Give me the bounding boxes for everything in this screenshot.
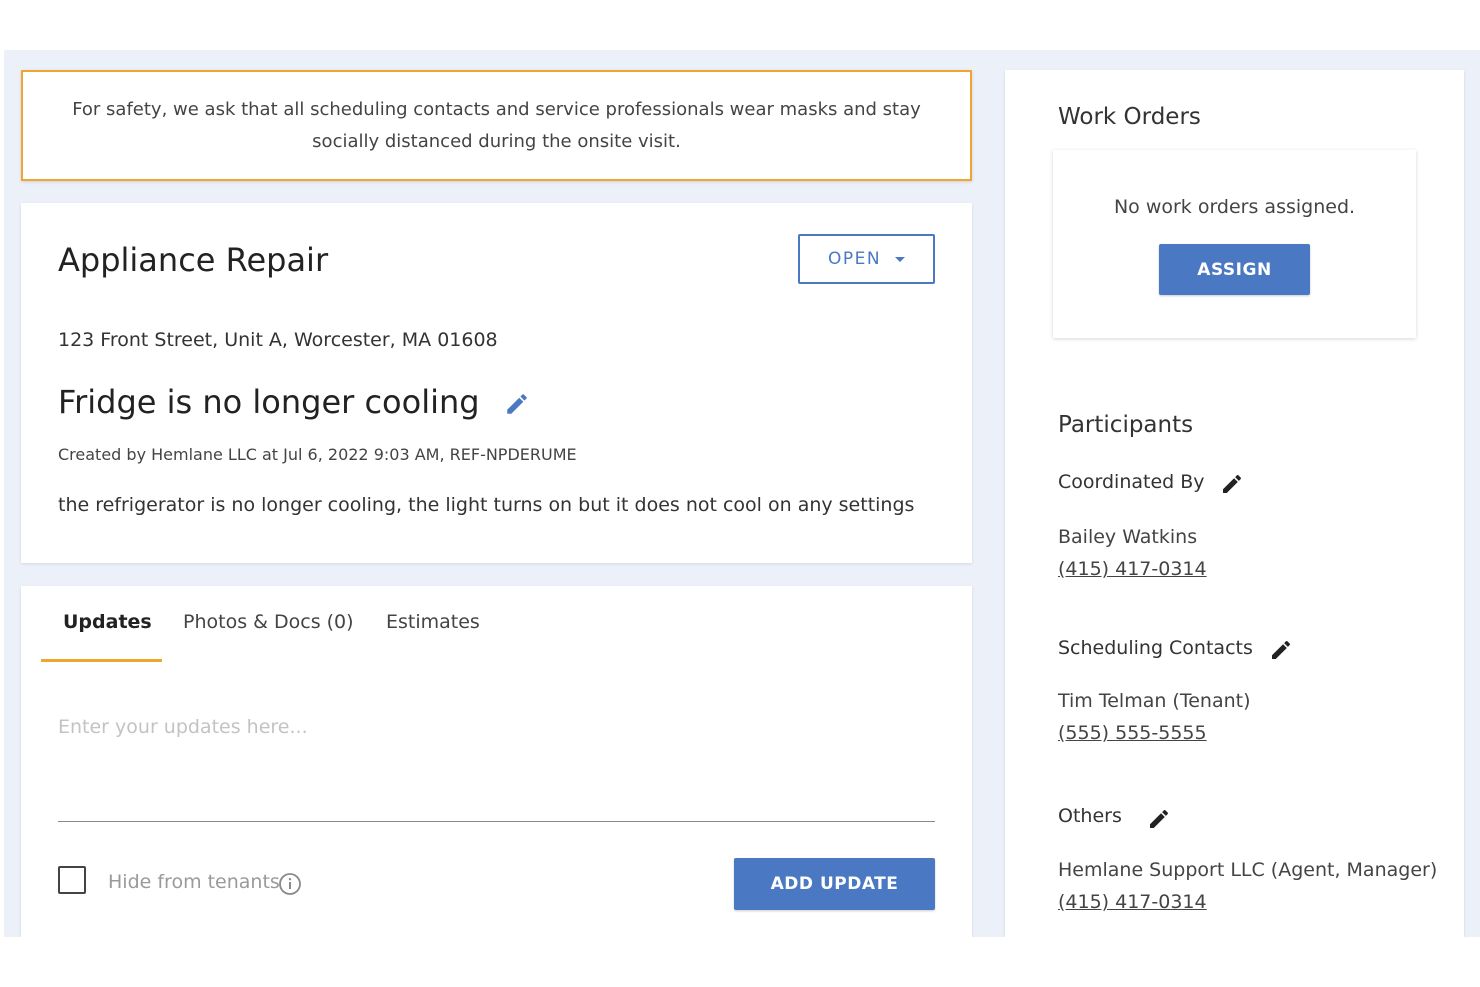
caret-down-icon [895, 256, 906, 262]
request-card: Appliance Repair OPEN 123 Front Street, … [21, 203, 972, 563]
tab-photos-docs[interactable]: Photos & Docs (0) [183, 611, 354, 633]
tab-estimates[interactable]: Estimates [386, 611, 480, 633]
work-orders-box: No work orders assigned. ASSIGN [1053, 150, 1416, 338]
info-icon[interactable] [278, 872, 302, 896]
pencil-icon[interactable] [504, 391, 530, 417]
work-orders-empty-text: No work orders assigned. [1113, 196, 1356, 218]
work-orders-title: Work Orders [1058, 104, 1201, 130]
scheduling-contacts-label: Scheduling Contacts [1058, 637, 1253, 659]
request-description: the refrigerator is no longer cooling, t… [58, 494, 915, 516]
status-label: OPEN [827, 249, 882, 269]
pencil-icon[interactable] [1220, 472, 1244, 496]
request-meta: Created by Hemlane LLC at Jul 6, 2022 9:… [58, 445, 577, 464]
add-update-button[interactable]: ADD UPDATE [734, 858, 935, 910]
other-participant-name: Hemlane Support LLC (Agent, Manager) [1058, 859, 1438, 881]
app-canvas: For safety, we ask that all scheduling c… [4, 50, 1480, 937]
request-category: Appliance Repair [58, 241, 329, 279]
pencil-icon[interactable] [1269, 638, 1293, 662]
status-dropdown[interactable]: OPEN [798, 234, 935, 284]
coordinated-by-label: Coordinated By [1058, 471, 1205, 493]
assign-button[interactable]: ASSIGN [1159, 244, 1310, 295]
property-address: 123 Front Street, Unit A, Worcester, MA … [58, 329, 498, 351]
scheduling-contact-name: Tim Telman (Tenant) [1058, 690, 1251, 712]
hide-from-tenants-checkbox[interactable] [58, 866, 86, 894]
safety-banner: For safety, we ask that all scheduling c… [21, 70, 972, 181]
scheduling-contact-phone[interactable]: (555) 555-5555 [1058, 722, 1207, 744]
coordinator-phone[interactable]: (415) 417-0314 [1058, 558, 1207, 580]
issue-title: Fridge is no longer cooling [58, 383, 480, 421]
hide-from-tenants-label: Hide from tenants [108, 871, 280, 893]
safety-banner-text: For safety, we ask that all scheduling c… [72, 98, 921, 152]
other-participant-phone[interactable]: (415) 417-0314 [1058, 891, 1207, 913]
issue-title-row: Fridge is no longer cooling [58, 383, 530, 421]
active-tab-indicator [41, 659, 162, 662]
pencil-icon[interactable] [1147, 807, 1171, 831]
side-panel: Work Orders No work orders assigned. ASS… [1005, 70, 1464, 937]
participants-title: Participants [1058, 412, 1194, 438]
others-label: Others [1058, 805, 1122, 827]
tab-updates[interactable]: Updates [63, 611, 152, 633]
coordinator-name: Bailey Watkins [1058, 526, 1198, 548]
update-input[interactable] [58, 716, 935, 822]
updates-card: Updates Photos & Docs (0) Estimates Hide… [21, 586, 972, 937]
